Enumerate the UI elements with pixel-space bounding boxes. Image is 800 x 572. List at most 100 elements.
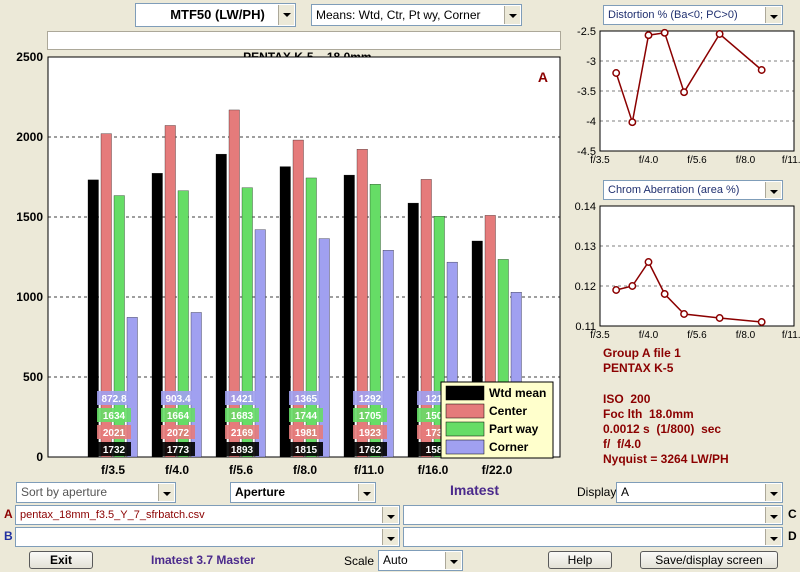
legend-entry: Wtd mean <box>489 386 546 400</box>
save-display-button[interactable]: Save/display screen <box>640 551 778 569</box>
info-camera: PENTAX K-5 <box>603 361 674 375</box>
x-tick-label: f/5.6 <box>687 330 707 341</box>
metric-select[interactable]: MTF50 (LW/PH) <box>135 3 296 27</box>
x-tick-label: f/4.0 <box>165 463 189 477</box>
data-point <box>612 69 621 77</box>
x-tick-label: f/5.6 <box>229 463 253 477</box>
value-label: 1705 <box>359 411 382 422</box>
scale-select[interactable]: Auto <box>378 550 463 571</box>
x-tick-label: f/11.0 <box>782 330 800 341</box>
bar-wtd-mean <box>151 173 163 458</box>
y-tick-label: -3.5 <box>577 86 596 98</box>
value-label: 1923 <box>359 428 382 439</box>
x-tick-label: f/4.0 <box>639 330 659 341</box>
value-label: 2072 <box>167 428 190 439</box>
info-focal: Foc lth 18.0mm <box>603 407 694 421</box>
means-select-value: Means: Wtd, Ctr, Pt wy, Corner <box>316 8 481 22</box>
data-point <box>660 290 669 298</box>
data-point <box>628 282 637 290</box>
bar-wtd-mean <box>87 179 99 458</box>
imatest-label: Imatest <box>450 482 500 498</box>
x-tick-label: f/8.0 <box>293 463 317 477</box>
camera-title-bar: PENTAX K-5 18.0mm <box>47 31 561 64</box>
info-panel: Group A file 1 PENTAX K-5 ISO 200 Foc lt… <box>603 346 729 467</box>
value-label: 1744 <box>295 411 318 422</box>
label-a: A <box>4 507 13 521</box>
chevron-down-icon <box>765 529 781 545</box>
value-label: 2021 <box>103 428 126 439</box>
chevron-down-icon <box>765 484 781 501</box>
value-label: 1683 <box>231 411 254 422</box>
value-label: 1365 <box>295 394 318 405</box>
file-d-select[interactable] <box>403 527 783 547</box>
distortion-chart: -2.5-3-3.5-4-4.5f/3.5 f/4.0 f/5.6 f/8.0 f/11… <box>577 26 800 166</box>
display-label: Display <box>577 485 617 499</box>
sort-select[interactable]: Sort by aperture <box>16 482 176 503</box>
legend-entry: Corner <box>489 440 529 454</box>
file-c-select[interactable] <box>403 505 783 525</box>
chevron-down-icon <box>504 6 520 24</box>
bar-center <box>164 125 176 458</box>
file-b-select[interactable] <box>15 527 400 547</box>
y-tick-label: 0.13 <box>575 241 596 253</box>
legend-entry: Part way <box>489 422 539 436</box>
chevron-down-icon <box>765 182 781 198</box>
bar-wtd-mean <box>343 174 355 458</box>
chevron-down-icon <box>158 484 174 501</box>
x-tick-label: f/3.5 <box>590 155 610 166</box>
value-label: 1664 <box>167 411 190 422</box>
data-point <box>612 286 621 294</box>
means-select[interactable]: Means: Wtd, Ctr, Pt wy, Corner <box>311 4 522 26</box>
help-button[interactable]: Help <box>548 551 612 569</box>
label-c: C <box>788 507 797 521</box>
value-label: 1634 <box>103 411 126 422</box>
value-label: 173 <box>426 428 443 439</box>
legend-swatch <box>445 403 485 419</box>
data-point <box>715 314 724 322</box>
chevron-down-icon <box>358 484 374 501</box>
value-label: 872.8 <box>101 394 126 405</box>
info-shutter: 0.0012 s (1/800) sec <box>603 422 722 436</box>
file-a-select[interactable]: pentax_18mm_f3.5_Y_7_sfrbatch.csv <box>15 505 400 525</box>
mtf-bar-chart: 0 500 1000 1500 2000 2500 Af/3.5 872.8 1634 2021 1… <box>16 50 561 477</box>
data-point <box>757 66 766 74</box>
info-group: Group A file 1 <box>603 346 681 360</box>
distortion-select-value: Distortion % (Ba<0; PC>0) <box>608 9 738 21</box>
distortion-select[interactable]: Distortion % (Ba<0; PC>0) <box>603 5 783 25</box>
chevron-down-icon <box>445 552 461 569</box>
x-tick-label: f/11.0 <box>354 463 384 477</box>
scale-select-value: Auto <box>383 553 408 567</box>
legend-swatch <box>445 439 485 455</box>
value-label: 1421 <box>231 394 254 405</box>
x-tick-label: f/16.0 <box>418 463 449 477</box>
value-label: 1773 <box>167 445 190 456</box>
plot-area <box>599 205 795 327</box>
data-point <box>680 88 689 97</box>
chevron-down-icon <box>278 5 294 25</box>
legend-entry: Center <box>489 404 527 418</box>
x-tick-label: f/8.0 <box>736 155 756 166</box>
value-label: 1732 <box>103 445 126 456</box>
x-tick-label: f/3.5 <box>590 330 610 341</box>
y-tick-label: 0.14 <box>575 201 596 213</box>
value-label: 150 <box>426 411 443 422</box>
metric-select-value: MTF50 (LW/PH) <box>170 7 265 22</box>
x-tick-label: f/22.0 <box>482 463 513 477</box>
y-tick-label: 0 <box>36 450 43 464</box>
y-tick-label: -3 <box>586 56 596 68</box>
exit-button[interactable]: Exit <box>29 551 93 569</box>
chevron-down-icon <box>765 507 781 523</box>
scale-label: Scale <box>344 554 375 568</box>
display-select[interactable]: A <box>616 482 783 503</box>
legend-swatch <box>445 385 485 401</box>
value-label: 121 <box>426 394 443 405</box>
bar-corner <box>318 238 330 458</box>
xaxis-select-value: Aperture <box>235 485 286 499</box>
value-label: 1981 <box>295 428 318 439</box>
x-tick-label: f/4.0 <box>639 155 659 166</box>
y-tick-label: 2000 <box>16 130 43 144</box>
x-tick-label: f/3.5 <box>101 463 125 477</box>
xaxis-select[interactable]: Aperture <box>230 482 376 503</box>
value-label: 1292 <box>359 394 382 405</box>
sort-select-value: Sort by aperture <box>21 485 108 499</box>
